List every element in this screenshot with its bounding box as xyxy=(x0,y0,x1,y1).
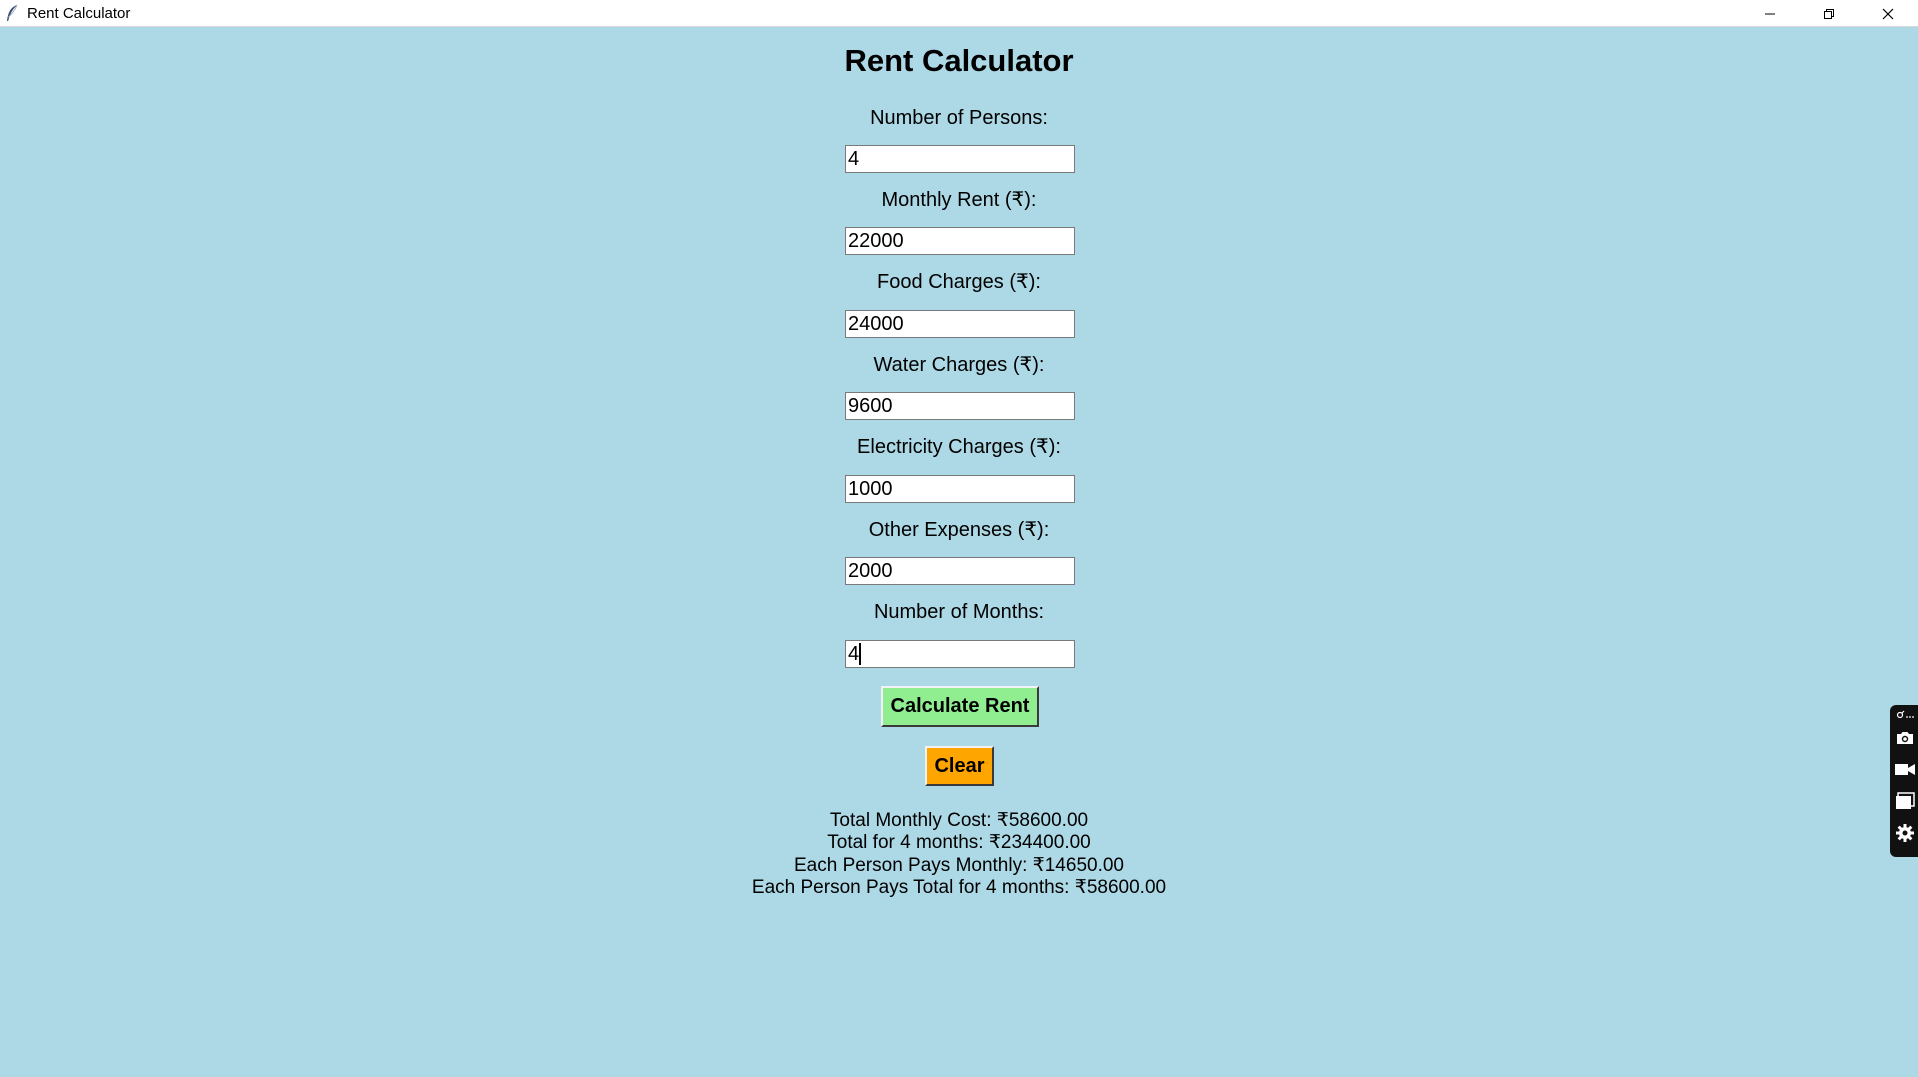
each-person-total: Each Person Pays Total for 4 months: ₹58… xyxy=(751,877,1167,898)
other-expenses-label: Other Expenses (₹): xyxy=(868,519,1050,541)
gear-icon[interactable] xyxy=(1894,822,1916,844)
restore-button[interactable] xyxy=(1800,0,1858,27)
clear-button[interactable]: Clear xyxy=(925,746,994,786)
months-input[interactable] xyxy=(845,640,1075,668)
video-camera-icon[interactable] xyxy=(1894,758,1916,780)
total-for-months: Total for 4 months: ₹234400.00 xyxy=(827,832,1091,853)
persons-input[interactable] xyxy=(845,145,1075,173)
electricity-charges-input[interactable] xyxy=(845,475,1075,503)
electricity-charges-label: Electricity Charges (₹): xyxy=(857,436,1061,458)
camera-icon[interactable] xyxy=(1894,727,1916,749)
minimize-button[interactable] xyxy=(1741,0,1799,27)
title-bar: Rent Calculator xyxy=(0,0,1918,27)
app-heading: Rent Calculator xyxy=(844,43,1074,78)
window-title: Rent Calculator xyxy=(27,5,131,22)
restore-icon xyxy=(1824,8,1834,19)
water-charges-label: Water Charges (₹): xyxy=(873,354,1045,376)
food-charges-label: Food Charges (₹): xyxy=(877,271,1041,293)
pin-icon[interactable] xyxy=(1894,707,1916,723)
other-expenses-input[interactable] xyxy=(845,557,1075,585)
persons-label: Number of Persons: xyxy=(870,107,1048,129)
feather-icon xyxy=(7,4,18,21)
total-monthly-cost: Total Monthly Cost: ₹58600.00 xyxy=(829,810,1089,831)
close-icon xyxy=(1882,8,1894,19)
calculate-rent-button[interactable]: Calculate Rent xyxy=(881,686,1039,727)
water-charges-input[interactable] xyxy=(845,392,1075,420)
text-cursor xyxy=(859,643,861,665)
close-button[interactable] xyxy=(1859,0,1917,27)
monthly-rent-label: Monthly Rent (₹): xyxy=(881,189,1037,211)
each-person-monthly: Each Person Pays Monthly: ₹14650.00 xyxy=(793,855,1124,876)
monthly-rent-input[interactable] xyxy=(845,227,1075,255)
months-label: Number of Months: xyxy=(873,601,1045,623)
side-toolbar xyxy=(1890,705,1918,857)
minimize-icon xyxy=(1765,13,1775,14)
window-icon[interactable] xyxy=(1894,790,1916,812)
food-charges-input[interactable] xyxy=(845,310,1075,338)
